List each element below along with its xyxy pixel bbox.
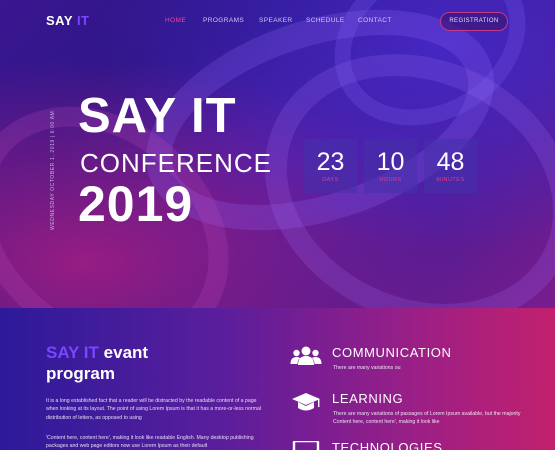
countdown-days-value: 23 [316,148,345,176]
countdown-hours-value: 10 [376,148,405,176]
top-nav: SAY IT HOME PROGRAMS SPEAKER SCHEDULE CO… [0,0,555,42]
feature-desc-communication: There are many variations ou [333,365,401,371]
hero-title-line1: SAY IT [78,89,237,143]
nav-item-home[interactable]: HOME [165,17,186,24]
logo[interactable]: SAY IT [46,13,90,28]
program-title-accent: SAY IT [46,343,99,362]
registration-button[interactable]: REGISTRATION [440,12,508,31]
logo-main: SAY [46,13,73,28]
hero-section: SAY IT HOME PROGRAMS SPEAKER SCHEDULE CO… [0,0,555,308]
users-icon [290,346,322,365]
nav-item-contact[interactable]: CONTACT [358,17,392,24]
program-title-rest: evant [103,343,149,362]
countdown-hours: 10 HOURS [364,139,417,193]
program-paragraph-2: 'Content here, content here', making it … [46,435,254,450]
program-title-line2: program [46,364,115,383]
program-title: SAY IT evant program [46,342,148,384]
logo-accent: IT [76,13,90,28]
hero-title-line3: 2019 [78,176,194,232]
laptop-icon [292,441,320,450]
countdown-days: 23 DAYS [304,139,357,193]
feature-title-communication: COMMUNICATION [332,345,452,360]
hero-title-line2: CONFERENCE [80,148,273,178]
countdown-minutes-label: MINUTES [436,177,465,183]
countdown-days-label: DAYS [322,177,339,183]
countdown-hours-label: HOURS [379,177,402,183]
feature-title-technologies: TECHNOLOGIES [332,440,443,450]
countdown-minutes-value: 48 [436,148,465,176]
countdown-minutes: 48 MINUTES [424,139,477,193]
nav-item-programs[interactable]: PROGRAMS [203,17,244,24]
program-paragraph-1: It is a long established fact that a rea… [46,398,261,421]
event-date: WEDNESDAY OCTOBER 1, 2019 | 6:00 AM [50,110,56,230]
feature-desc-learning: There are many variations of passages of… [333,411,521,426]
graduation-cap-icon [292,393,320,411]
feature-title-learning: LEARNING [332,391,404,406]
nav-item-speaker[interactable]: SPEAKER [259,17,293,24]
nav-item-schedule[interactable]: SCHEDULE [306,17,345,24]
